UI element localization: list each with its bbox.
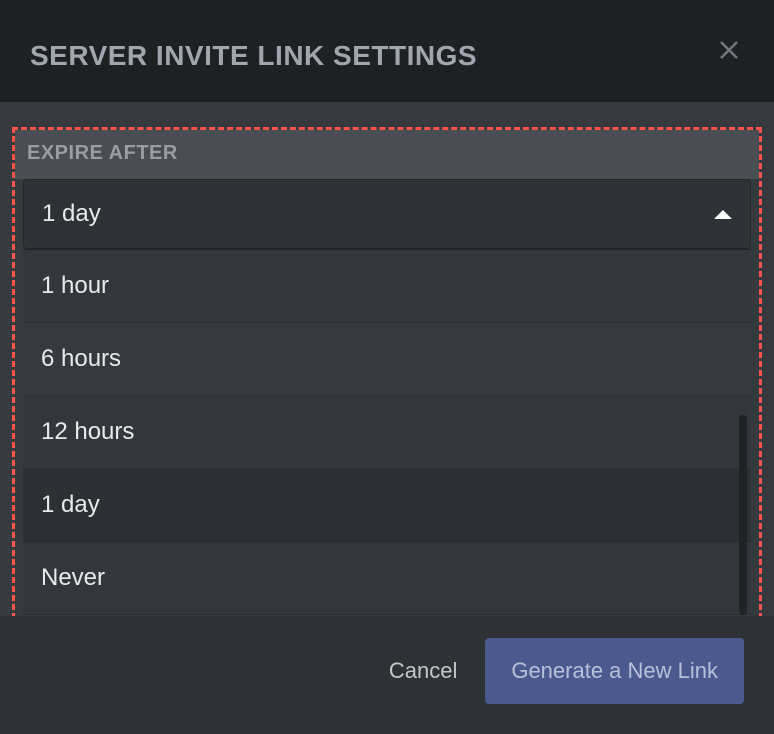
dropdown-option-never[interactable]: Never (23, 542, 751, 615)
invite-settings-modal: SERVER INVITE LINK SETTINGS EXPIRE AFTER… (0, 0, 774, 734)
modal-footer: Cancel Generate a New Link (0, 616, 774, 734)
dropdown-option-12hours[interactable]: 12 hours (23, 396, 751, 469)
close-icon (717, 38, 741, 62)
modal-title: SERVER INVITE LINK SETTINGS (30, 40, 744, 72)
chevron-up-icon (714, 210, 732, 219)
dropdown-option-1day[interactable]: 1 day (23, 469, 751, 542)
cancel-button[interactable]: Cancel (389, 658, 457, 684)
expire-after-label: EXPIRE AFTER (15, 130, 759, 179)
expire-select-value: 1 day (42, 200, 101, 228)
dropdown-option-6hours[interactable]: 6 hours (23, 323, 751, 396)
expire-dropdown: 1 hour 6 hours 12 hours 1 day Never (23, 249, 751, 615)
dropdown-scrollbar[interactable] (739, 325, 747, 615)
generate-link-button[interactable]: Generate a New Link (485, 638, 744, 704)
expire-select-wrapper: 1 day 1 hour 6 hours 12 hours 1 day Neve… (23, 179, 751, 615)
expire-after-section: EXPIRE AFTER 1 day 1 hour 6 hours 12 hou… (12, 127, 762, 628)
close-button[interactable] (714, 35, 744, 65)
expire-select[interactable]: 1 day (23, 179, 751, 249)
scrollbar-thumb[interactable] (739, 415, 747, 615)
dropdown-option-1hour[interactable]: 1 hour (23, 250, 751, 323)
modal-header: SERVER INVITE LINK SETTINGS (0, 0, 774, 102)
